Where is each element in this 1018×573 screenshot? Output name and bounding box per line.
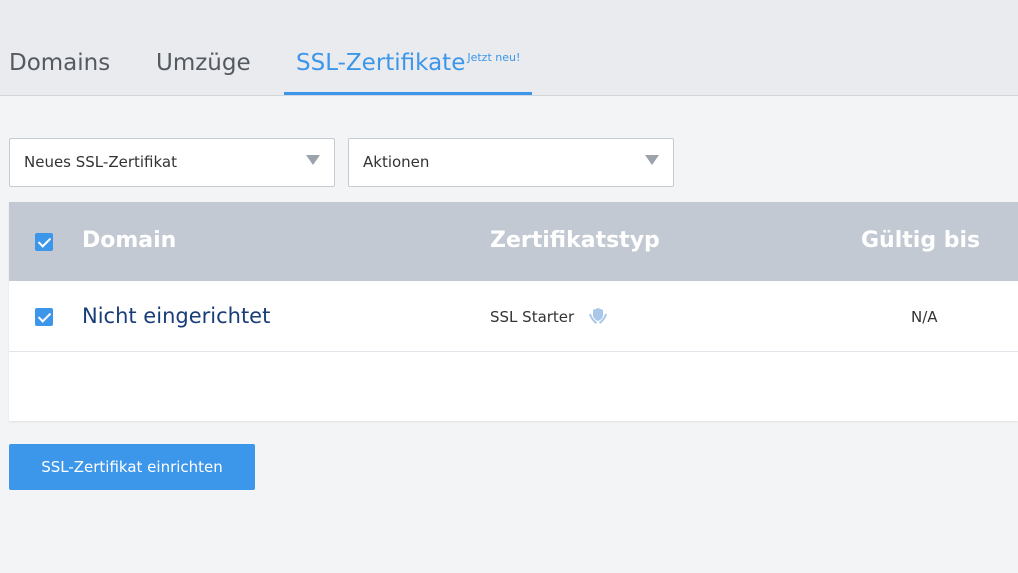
shield-hands-icon xyxy=(589,308,607,324)
column-header-domain[interactable]: Domain xyxy=(82,228,176,253)
tab-domains-label: Domains xyxy=(9,50,111,76)
tab-umzuege-label: Umzüge xyxy=(156,50,251,76)
tab-ssl-zertifikate[interactable]: SSL-Zertifikate Jetzt neu! xyxy=(284,50,533,95)
table-row: Nicht eingerichtet SSL Starter N/A xyxy=(9,281,1018,352)
select-all-checkbox[interactable] xyxy=(35,233,53,251)
domain-link[interactable]: Nicht eingerichtet xyxy=(82,304,270,328)
setup-ssl-certificate-button[interactable]: SSL-Zertifikat einrichten xyxy=(9,444,255,490)
tab-domains[interactable]: Domains xyxy=(9,50,110,95)
actions-select[interactable]: Aktionen xyxy=(348,138,674,187)
new-ssl-certificate-select-value: Neues SSL-Zertifikat xyxy=(24,153,177,171)
caret-down-icon xyxy=(645,155,659,165)
actions-select-value: Aktionen xyxy=(363,153,430,171)
ssl-certificates-table: Domain Zertifikatstyp Gültig bis Nicht e… xyxy=(9,202,1018,421)
tab-ssl-label: SSL-Zertifikate xyxy=(296,50,466,76)
new-badge: Jetzt neu! xyxy=(467,51,521,64)
new-ssl-certificate-select[interactable]: Neues SSL-Zertifikat xyxy=(9,138,335,187)
caret-down-icon xyxy=(306,155,320,165)
column-header-valid-until[interactable]: Gültig bis xyxy=(861,228,980,253)
valid-until-value: N/A xyxy=(911,308,938,326)
table-header: Domain Zertifikatstyp Gültig bis xyxy=(9,202,1018,281)
column-header-type[interactable]: Zertifikatstyp xyxy=(490,228,660,253)
tab-umzuege[interactable]: Umzüge xyxy=(156,50,251,95)
tab-bar: Domains Umzüge SSL-Zertifikate Jetzt neu! xyxy=(0,0,1018,96)
certificate-type: SSL Starter xyxy=(490,308,575,326)
row-checkbox[interactable] xyxy=(35,308,53,326)
